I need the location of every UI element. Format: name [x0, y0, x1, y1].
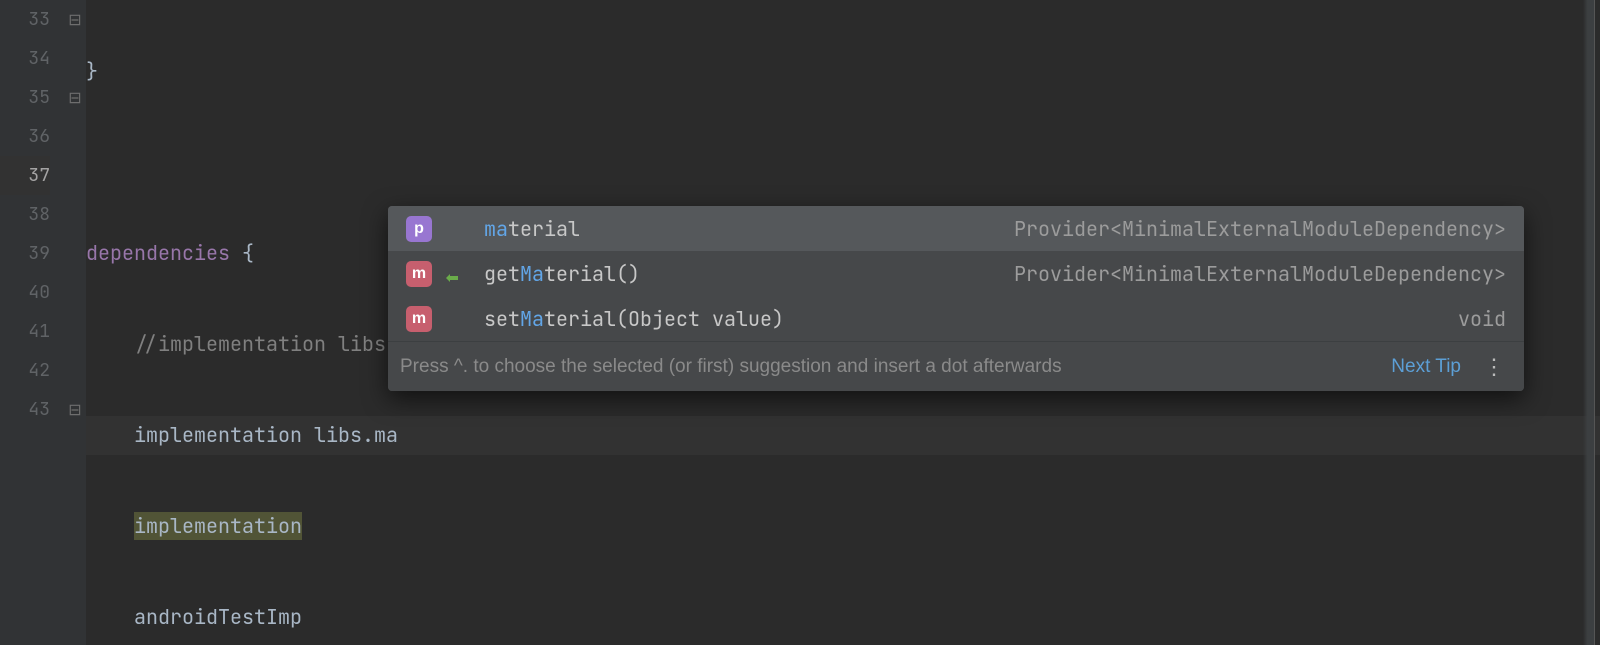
gutter-line: 38 — [0, 195, 50, 234]
fold-close-icon[interactable]: ⊟ — [64, 390, 86, 429]
gutter-line-current: 37 — [0, 156, 50, 195]
autocomplete-popup: p material Provider<MinimalExternalModul… — [388, 206, 1524, 391]
code-line — [86, 143, 1600, 182]
gutter-line: 36 — [0, 117, 50, 156]
fold-column: ⊟ ⊟ ⊟ — [64, 0, 86, 645]
gutter: 33 34 35 36 37 38 39 40 41 42 43 — [0, 0, 64, 645]
gutter-line: 40 — [0, 273, 50, 312]
read-access-icon — [444, 266, 460, 282]
fold-open-icon[interactable]: ⊟ — [64, 78, 86, 117]
code-line: androidTestImp — [86, 598, 1600, 637]
code-line-current: implementation libs.ma — [86, 416, 1600, 455]
autocomplete-type: void — [1458, 306, 1506, 332]
fold-close-icon[interactable]: ⊟ — [64, 0, 86, 39]
autocomplete-type: Provider<MinimalExternalModuleDependency… — [1014, 261, 1506, 287]
gutter-line: 42 — [0, 351, 50, 390]
autocomplete-label: setMaterial(Object value) — [484, 306, 1458, 332]
gutter-line: 43 — [0, 390, 50, 429]
autocomplete-hint-bar: Press ^. to choose the selected (or firs… — [388, 341, 1524, 391]
gutter-line: 39 — [0, 234, 50, 273]
next-tip-link[interactable]: Next Tip — [1391, 356, 1461, 378]
method-icon: m — [406, 261, 432, 287]
autocomplete-item[interactable]: m setMaterial(Object value) void — [388, 296, 1524, 341]
fold-spacer — [64, 39, 86, 78]
gutter-line: 34 — [0, 39, 50, 78]
code-line: } — [86, 52, 1600, 91]
property-icon: p — [406, 216, 432, 242]
autocomplete-item[interactable]: m getMaterial() Provider<MinimalExternal… — [388, 251, 1524, 296]
gutter-line: 41 — [0, 312, 50, 351]
autocomplete-item[interactable]: p material Provider<MinimalExternalModul… — [388, 206, 1524, 251]
more-options-icon[interactable]: ⋮ — [1483, 354, 1506, 380]
autocomplete-type: Provider<MinimalExternalModuleDependency… — [1014, 216, 1506, 242]
gutter-line: 33 — [0, 0, 50, 39]
autocomplete-label: getMaterial() — [484, 261, 1014, 287]
editor-scrollbar[interactable] — [1583, 0, 1595, 645]
autocomplete-hint-text: Press ^. to choose the selected (or firs… — [400, 356, 1373, 378]
method-icon: m — [406, 306, 432, 332]
gutter-line: 35 — [0, 78, 50, 117]
autocomplete-label: material — [484, 216, 1014, 242]
code-line: implementation — [86, 507, 1600, 546]
